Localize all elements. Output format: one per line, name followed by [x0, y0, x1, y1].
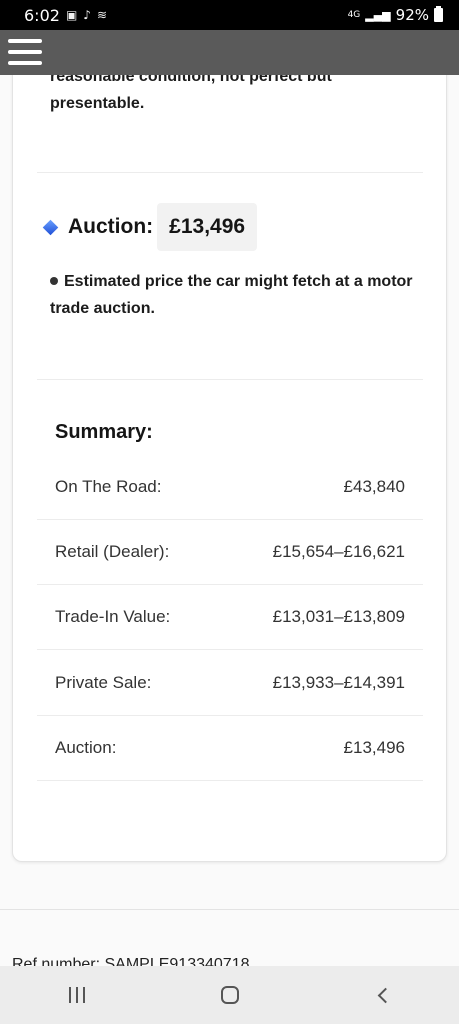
summary-row-label: Retail (Dealer):	[55, 542, 170, 561]
home-icon[interactable]	[200, 975, 260, 1015]
footer-divider	[0, 909, 459, 910]
system-nav-bar	[0, 966, 459, 1024]
signal-icon: ▂▄▆	[365, 8, 391, 22]
summary-title: Summary:	[55, 421, 153, 443]
summary-row-value: £15,654–£16,621	[272, 542, 405, 561]
diamond-icon	[42, 219, 59, 235]
divider	[37, 172, 423, 173]
tiktok-icon: ♪	[83, 8, 91, 22]
condition-text: reasonable condition, not perfect but pr…	[50, 75, 332, 112]
auction-description: Estimated price the car might fetch at a…	[50, 268, 420, 322]
status-right: 4G ▂▄▆ 92%	[348, 6, 443, 24]
battery-icon	[434, 6, 443, 22]
header-bar	[0, 30, 459, 75]
summary-row-label: On The Road:	[55, 477, 162, 496]
summary-row-value: £43,840	[343, 477, 405, 496]
summary-row-value: £13,496	[343, 738, 405, 757]
valuation-card: reasonable condition, not perfect but pr…	[12, 75, 447, 862]
summary-row: Auction: £13,496	[37, 716, 423, 781]
summary-row-label: Private Sale:	[55, 673, 152, 692]
image-icon: ▣	[65, 8, 78, 22]
auction-description-text: Estimated price the car might fetch at a…	[50, 273, 413, 317]
ref-number: Ref number: SAMPLE913340718	[12, 956, 250, 966]
status-time: 6:02	[24, 5, 60, 25]
bullet-icon	[50, 276, 58, 285]
divider	[37, 379, 423, 380]
battery-percent: 92%	[395, 6, 429, 24]
status-bar: 6:02 ▣ ♪ ≋ 4G ▂▄▆ 92%	[0, 0, 459, 30]
network-type: 4G	[347, 9, 361, 20]
auction-price: £13,496	[157, 203, 258, 251]
summary-row-value: £13,933–£14,391	[272, 673, 405, 692]
summary-row: On The Road: £43,840	[37, 455, 423, 520]
summary-row: Trade-In Value: £13,031–£13,809	[37, 585, 423, 650]
main-content: reasonable condition, not perfect but pr…	[0, 75, 459, 966]
summary-row-label: Trade-In Value:	[55, 607, 171, 626]
auction-heading: Auction: £13,496	[41, 203, 258, 251]
recents-icon[interactable]	[47, 975, 107, 1015]
summary-row: Retail (Dealer): £15,654–£16,621	[37, 520, 423, 585]
status-left: 6:02 ▣ ♪ ≋	[24, 6, 107, 25]
summary-row-value: £13,031–£13,809	[272, 607, 405, 626]
back-icon[interactable]	[353, 975, 413, 1015]
menu-icon[interactable]	[8, 39, 42, 65]
auction-label: Auction:	[68, 215, 154, 238]
summary-row: Private Sale: £13,933–£14,391	[37, 651, 423, 716]
wifi-call-icon: ≋	[96, 8, 108, 22]
summary-row-label: Auction:	[55, 738, 117, 757]
